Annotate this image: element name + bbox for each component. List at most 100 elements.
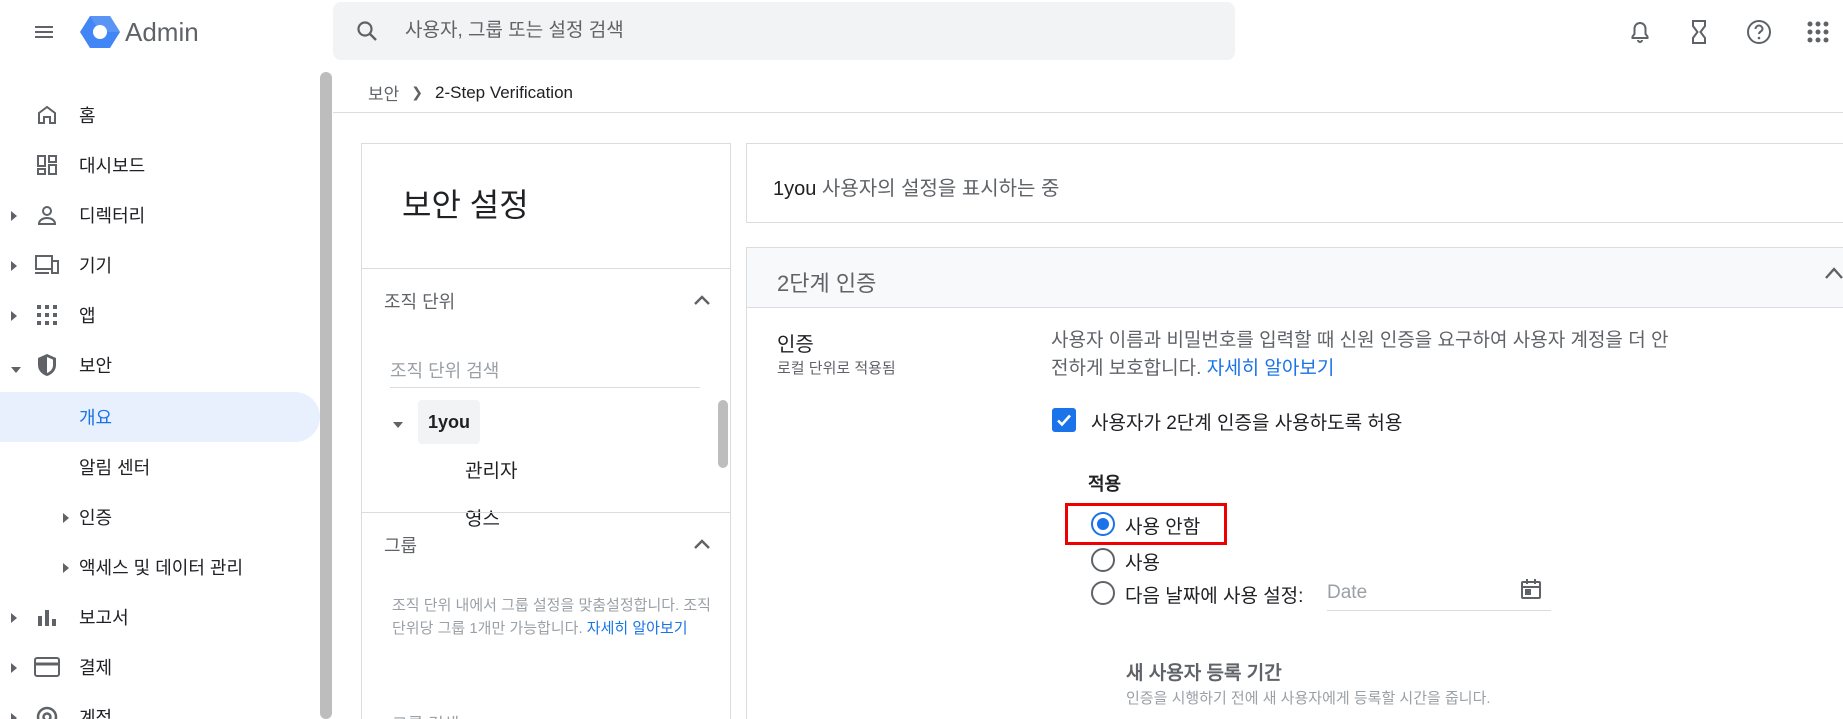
dashboard-icon — [34, 152, 60, 178]
org-unit-child[interactable]: 영스 — [465, 504, 500, 531]
setting-description: 사용자 이름과 비밀번호를 입력할 때 신원 인증을 요구하여 사용자 계정을 … — [1051, 327, 1671, 383]
menu-icon[interactable] — [26, 14, 62, 50]
chevron-up-icon[interactable] — [1825, 266, 1843, 284]
devices-icon — [34, 252, 60, 278]
search-bar[interactable] — [333, 2, 1235, 60]
expand-arrow-icon[interactable] — [10, 611, 18, 629]
expand-arrow-icon[interactable] — [62, 511, 70, 529]
expand-arrow-icon[interactable] — [10, 661, 18, 679]
enrollment-period-title: 새 사용자 등록 기간 — [1126, 663, 1282, 684]
sidebar-item-security[interactable]: 보안 — [0, 340, 320, 390]
sidebar-item-label: 개요 — [79, 408, 113, 428]
sidebar-item-home[interactable]: 홈 — [0, 90, 320, 140]
security-settings-panel: 보안 설정 조직 단위 1you 관리자 영스 그룹 조직 단위 내에서 그룹 … — [361, 143, 731, 719]
sidebar-item-overview[interactable]: 개요 — [0, 392, 320, 442]
notifications-bell-icon[interactable] — [1620, 12, 1660, 52]
admin-logo-icon — [80, 14, 120, 50]
group-description: 조직 단위 내에서 그룹 설정을 맞춤설정합니다. 조직 단위당 그룹 1개만 … — [392, 594, 712, 640]
bar-chart-icon — [34, 604, 60, 630]
group-learn-more-link[interactable]: 자세히 알아보기 — [587, 620, 688, 637]
radio-off-label: 사용 안함 — [1125, 517, 1201, 538]
radio-on-label: 사용 — [1125, 553, 1160, 574]
expand-arrow-icon[interactable] — [10, 209, 18, 227]
credit-card-icon — [34, 654, 60, 680]
home-icon — [34, 102, 60, 128]
card-header[interactable]: 2단계 인증 — [747, 248, 1843, 308]
showing-settings-card: 1you 사용자의 설정을 표시하는 중 — [746, 143, 1843, 223]
learn-more-link[interactable]: 자세히 알아보기 — [1207, 358, 1335, 379]
sidebar-item-label: 기기 — [79, 256, 113, 276]
sidebar: 홈 대시보드 디렉터리 기기 앱 보안 개요 알림 센터 인증 액세스 및 데이… — [0, 64, 330, 719]
expand-arrow-icon[interactable] — [10, 259, 18, 277]
sidebar-item-label: 인증 — [79, 508, 113, 528]
top-bar: Admin — [0, 0, 1843, 64]
sidebar-item-label: 보고서 — [79, 608, 129, 628]
two-step-verification-card: 2단계 인증 인증 로컬 단위로 적용됨 사용자 이름과 비밀번호를 입력할 때… — [746, 247, 1843, 719]
sidebar-item-label: 계정 — [79, 708, 113, 719]
expand-arrow-icon[interactable] — [10, 309, 18, 327]
group-section-title: 그룹 — [384, 536, 418, 556]
divider — [333, 112, 1843, 113]
sidebar-item-billing[interactable]: 결제 — [0, 642, 320, 692]
expand-arrow-icon[interactable] — [62, 561, 70, 579]
chevron-up-icon[interactable] — [694, 292, 710, 310]
breadcrumb-current: 2-Step Verification — [435, 82, 573, 102]
org-unit-child[interactable]: 관리자 — [465, 456, 517, 483]
setting-category: 인증 — [777, 334, 814, 356]
org-unit-search-input[interactable] — [390, 356, 700, 388]
showing-settings-text: 1you 사용자의 설정을 표시하는 중 — [773, 172, 1059, 201]
org-unit-section-title: 조직 단위 — [384, 292, 456, 312]
help-icon[interactable] — [1739, 12, 1779, 52]
sidebar-item-account[interactable]: 계정 — [0, 692, 320, 719]
calendar-icon[interactable] — [1520, 578, 1542, 605]
sidebar-item-alert-center[interactable]: 알림 센터 — [0, 442, 320, 492]
expand-arrow-icon[interactable] — [10, 711, 18, 719]
breadcrumb-security-link[interactable]: 보안 — [368, 80, 399, 105]
chevron-up-icon[interactable] — [694, 536, 710, 554]
search-input[interactable] — [405, 10, 1205, 52]
sidebar-item-label: 알림 센터 — [79, 458, 151, 478]
sidebar-item-directory[interactable]: 디렉터리 — [0, 190, 320, 240]
tree-scrollbar[interactable] — [718, 400, 728, 468]
chevron-right-icon: ❯ — [411, 84, 424, 100]
hourglass-icon[interactable] — [1679, 12, 1719, 52]
sidebar-item-reports[interactable]: 보고서 — [0, 592, 320, 642]
collapse-arrow-icon[interactable] — [392, 416, 404, 434]
setting-scope: 로컬 단위로 적용됨 — [777, 360, 896, 377]
panel-title: 보안 설정 — [402, 187, 529, 223]
apps-grid-icon[interactable] — [1798, 12, 1838, 52]
person-icon — [34, 202, 60, 228]
showing-settings-label: 사용자의 설정을 표시하는 중 — [816, 178, 1060, 200]
sidebar-item-access-data[interactable]: 액세스 및 데이터 관리 — [0, 542, 320, 592]
sidebar-item-label: 앱 — [79, 306, 96, 326]
check-icon — [1057, 414, 1071, 427]
radio-on-from-date[interactable] — [1091, 581, 1115, 605]
divider — [362, 512, 730, 513]
radio-off[interactable] — [1091, 512, 1115, 536]
divider — [362, 268, 730, 269]
radio-on[interactable] — [1091, 548, 1115, 572]
breadcrumb: 보안 ❯ 2-Step Verification — [368, 80, 573, 105]
search-icon[interactable] — [355, 19, 379, 48]
sidebar-item-label: 디렉터리 — [79, 206, 146, 226]
enforcement-label: 적용 — [1088, 474, 1122, 494]
account-icon — [34, 704, 60, 719]
group-search-input[interactable]: 그룹 검색 — [392, 710, 459, 719]
collapse-arrow-icon[interactable] — [10, 361, 22, 379]
apps-grid-icon — [34, 302, 60, 328]
allow-2sv-checkbox[interactable] — [1052, 408, 1076, 432]
org-name: 1you — [773, 178, 817, 200]
shield-icon — [34, 352, 60, 378]
org-unit-root[interactable]: 1you — [418, 400, 480, 444]
sidebar-item-label: 액세스 및 데이터 관리 — [79, 558, 244, 578]
sidebar-item-apps[interactable]: 앱 — [0, 290, 320, 340]
sidebar-item-authentication[interactable]: 인증 — [0, 492, 320, 542]
setting-description-text: 사용자 이름과 비밀번호를 입력할 때 신원 인증을 요구하여 사용자 계정을 … — [1051, 330, 1669, 379]
radio-on-from-date-label: 다음 날짜에 사용 설정: — [1125, 586, 1304, 607]
allow-2sv-label: 사용자가 2단계 인증을 사용하도록 허용 — [1091, 413, 1403, 434]
date-input[interactable] — [1327, 575, 1551, 611]
sidebar-scrollbar[interactable] — [320, 72, 332, 719]
enrollment-period-desc: 인증을 시행하기 전에 새 사용자에게 등록할 시간을 줍니다. — [1126, 690, 1491, 707]
sidebar-item-devices[interactable]: 기기 — [0, 240, 320, 290]
sidebar-item-dashboard[interactable]: 대시보드 — [0, 140, 320, 190]
